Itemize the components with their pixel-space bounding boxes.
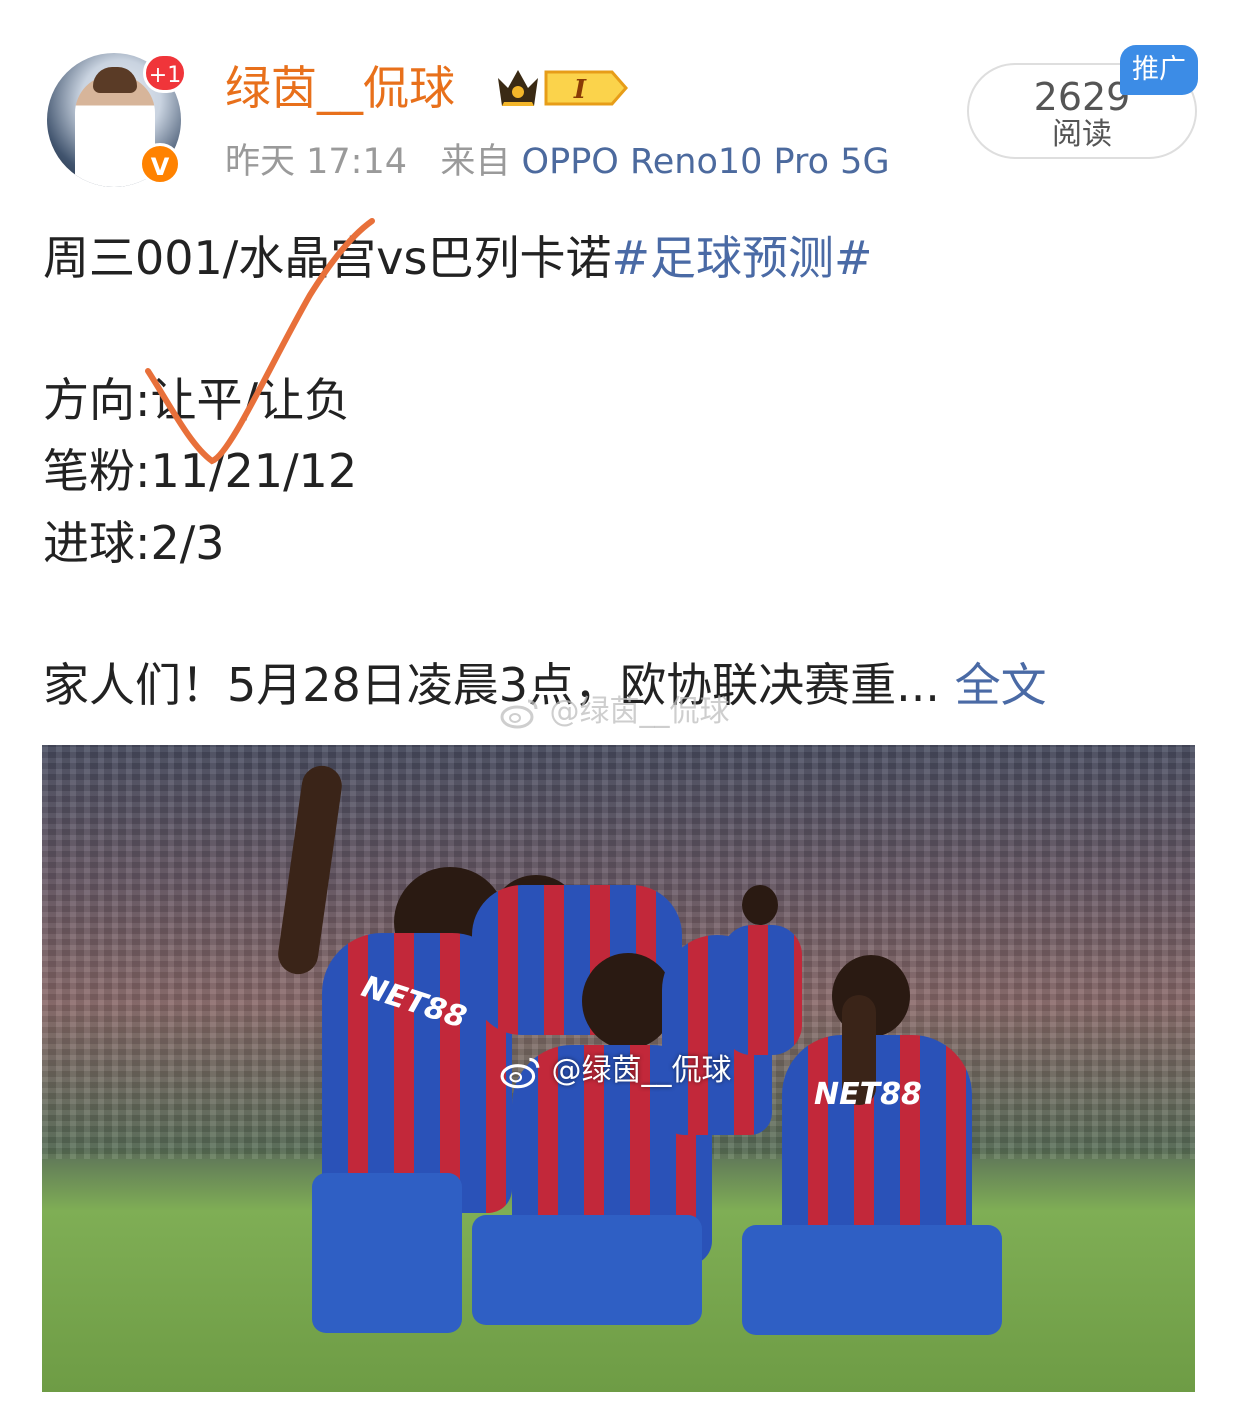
weibo-logo-icon [500, 1057, 540, 1088]
jersey-sponsor: NET88 [814, 1077, 922, 1112]
source-device-link[interactable]: OPPO Reno10 Pro 5G [522, 142, 890, 182]
player-center-shorts [472, 1215, 702, 1325]
level-label: I [573, 75, 587, 105]
read-label: 阅读 [1052, 117, 1112, 152]
weibo-logo-icon [500, 699, 538, 728]
player-background [722, 925, 802, 1055]
post-meta: 昨天 17:14 来自 OPPO Reno10 Pro 5G [225, 139, 890, 185]
post-time: 昨天 17:14 [225, 142, 407, 182]
hashtag-link[interactable]: #足球预测# [612, 231, 873, 285]
crown-level-icon[interactable]: I [494, 64, 628, 112]
player-right-shorts [742, 1225, 1002, 1335]
verified-icon: V [139, 143, 181, 185]
player-head [582, 953, 674, 1049]
post-image[interactable]: NET88 NET88 @绿茵__侃球 [42, 745, 1195, 1392]
post-line-goals: 进球:2/3 [43, 516, 225, 570]
player-head [742, 885, 778, 925]
username-link[interactable]: 绿茵__侃球 [225, 58, 455, 118]
text-watermark-label: @绿茵__侃球 [549, 694, 730, 729]
text-watermark: @绿茵__侃球 [500, 692, 730, 732]
source-prefix: 来自 [440, 142, 511, 182]
image-watermark-label: @绿茵__侃球 [551, 1053, 732, 1088]
avatar-hair [93, 67, 137, 93]
image-watermark: @绿茵__侃球 [500, 1051, 732, 1091]
notification-badge: +1 [143, 53, 187, 93]
player-left-shorts [312, 1173, 462, 1333]
teaser-text: 家人们！5月28日凌晨3点，欧协联决赛重... [43, 658, 940, 712]
promo-tag: 推广 [1120, 45, 1198, 95]
fulltext-link[interactable]: 全文 [955, 658, 1047, 712]
check-mark-annotation [145, 218, 375, 465]
